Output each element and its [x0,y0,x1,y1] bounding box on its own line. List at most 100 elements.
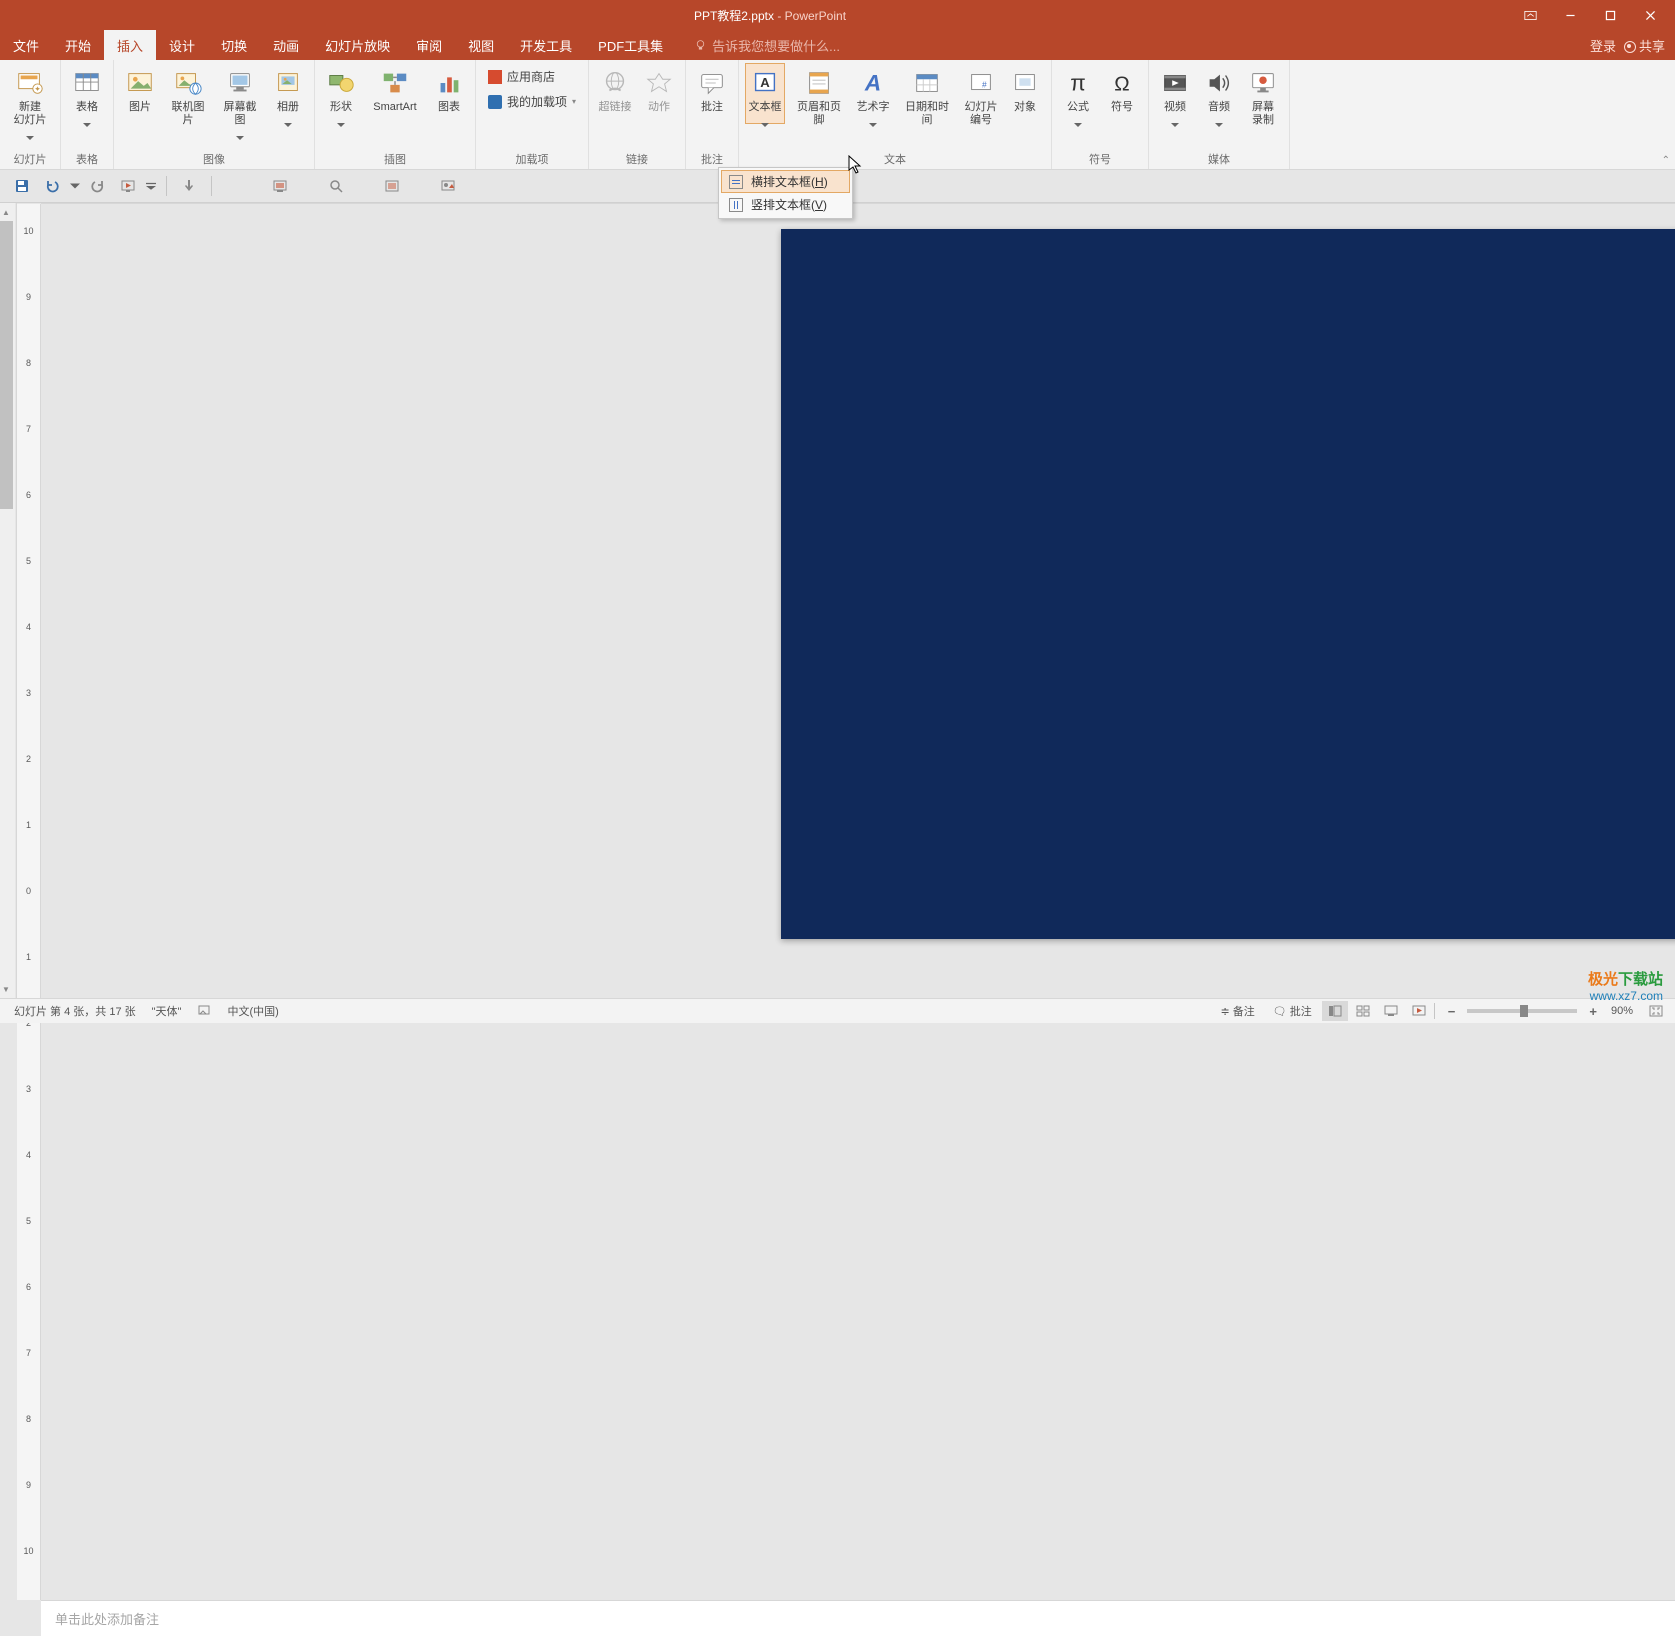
qat-save-button[interactable] [10,174,34,198]
zoom-slider[interactable] [1467,1009,1577,1013]
new-slide-button[interactable]: ✦ 新建 幻灯片 [6,63,54,137]
pictures-button[interactable]: 图片 [120,63,160,118]
picture-icon [124,67,156,99]
wordart-button[interactable]: A 艺术字 [853,63,893,124]
equation-button[interactable]: π 公式 [1058,63,1098,124]
tab-developer[interactable]: 开发工具 [507,30,585,60]
slide-number-button[interactable]: # 幻灯片 编号 [961,63,1001,131]
app-store-button[interactable]: 应用商店 [482,67,582,86]
date-time-button[interactable]: 日期和时间 [897,63,957,131]
ribbon-display-options[interactable] [1510,1,1550,29]
tab-view[interactable]: 视图 [455,30,507,60]
tab-home[interactable]: 开始 [52,30,104,60]
tab-transitions[interactable]: 切换 [208,30,260,60]
screenshot-button[interactable]: 屏幕截图 [216,63,264,137]
close-button[interactable] [1630,1,1670,29]
smartart-icon [379,67,411,99]
zoom-out-button[interactable]: − [1444,1004,1460,1019]
shapes-icon [325,67,357,99]
store-icon [488,70,502,84]
lightbulb-icon [694,39,707,52]
table-icon [71,67,103,99]
status-language[interactable]: 中文(中国) [219,1003,286,1019]
action-button[interactable]: 动作 [639,63,679,118]
status-comments-button[interactable]: 🗨 批注 [1265,1003,1320,1019]
screenshot-icon [224,67,256,99]
qat-zoom-button[interactable] [324,174,348,198]
tab-pdf-tools[interactable]: PDF工具集 [585,30,676,60]
group-links-label: 链接 [626,149,648,169]
qat-grayscale-button[interactable] [436,174,460,198]
chart-icon [433,67,465,99]
text-box-button[interactable]: A 文本框 [745,63,785,124]
horizontal-text-icon [729,175,743,189]
symbol-icon: Ω [1106,67,1138,99]
text-box-icon: A [749,67,781,99]
slide-canvas-area[interactable]: ▲ ▼ [41,204,1675,1600]
view-slideshow-button[interactable] [1406,1001,1432,1021]
hyperlink-button[interactable]: 超链接 [595,63,635,118]
scrollbar-thumb[interactable] [0,221,13,509]
scroll-up-button[interactable]: ▲ [0,203,15,221]
tell-me-search[interactable]: 告诉我您想要做什么... [694,36,840,55]
qat-start-from-beginning-button[interactable] [116,174,140,198]
chart-button[interactable]: 图表 [429,63,469,118]
smartart-button[interactable]: SmartArt [365,63,425,118]
qat-reading-view-button[interactable] [268,174,292,198]
qat-fit-to-window-button[interactable] [380,174,404,198]
header-footer-button[interactable]: 页眉和页脚 [789,63,849,131]
table-button[interactable]: 表格 [67,63,107,124]
slide-canvas[interactable] [781,229,1675,939]
svg-text:A: A [864,71,881,96]
share-button[interactable]: 共享 [1624,36,1665,55]
video-button[interactable]: 视频 [1155,63,1195,124]
group-symbols-label: 符号 [1089,149,1111,169]
online-pictures-button[interactable]: 联机图片 [164,63,212,131]
minimize-button[interactable] [1550,1,1590,29]
screen-recording-button[interactable]: 屏幕 录制 [1243,63,1283,131]
vertical-text-box-option[interactable]: 竖排文本框(V) [721,193,850,216]
view-sorter-button[interactable] [1350,1001,1376,1021]
maximize-button[interactable] [1590,1,1630,29]
photo-album-button[interactable]: 相册 [268,63,308,124]
zoom-in-button[interactable]: + [1585,1004,1601,1019]
group-illustrations-label: 插图 [384,149,406,169]
login-link[interactable]: 登录 [1590,36,1616,55]
svg-text:A: A [760,75,770,90]
thumbnail-scrollbar[interactable]: ▲ ▼ [0,203,15,998]
fit-to-window-button[interactable] [1643,1001,1669,1021]
my-addins-button[interactable]: 我的加载项 ▾ [482,92,582,111]
tab-animations[interactable]: 动画 [260,30,312,60]
notes-pane[interactable]: 单击此处添加备注 [41,1600,1675,1636]
scroll-down-button[interactable]: ▼ [0,980,15,998]
group-media-label: 媒体 [1208,149,1230,169]
shapes-button[interactable]: 形状 [321,63,361,124]
view-normal-button[interactable] [1322,1001,1348,1021]
tab-file[interactable]: 文件 [0,30,52,60]
tab-insert[interactable]: 插入 [104,30,156,60]
qat-touch-mode-button[interactable] [177,174,201,198]
qat-redo-button[interactable] [86,174,110,198]
qat-undo-arrow[interactable] [70,174,80,198]
object-button[interactable]: 对象 [1005,63,1045,118]
tab-review[interactable]: 审阅 [403,30,455,60]
status-notes-button[interactable]: ≑ 备注 [1212,1003,1262,1019]
comment-button[interactable]: 批注 [692,63,732,118]
symbol-button[interactable]: Ω 符号 [1102,63,1142,118]
zoom-slider-handle[interactable] [1520,1005,1528,1017]
qat-undo-button[interactable] [40,174,64,198]
audio-button[interactable]: 音频 [1199,63,1239,124]
group-slides-label: 幻灯片 [14,149,47,169]
video-icon [1159,67,1191,99]
zoom-level[interactable]: 90% [1603,1005,1641,1017]
status-spellcheck-icon[interactable] [189,1003,219,1020]
horizontal-text-box-option[interactable]: 横排文本框(H) [721,170,850,193]
qat-customize-arrow[interactable] [146,174,156,198]
svg-text:✦: ✦ [34,84,41,93]
vertical-ruler: 10987654321012345678910 [17,204,41,1600]
slide-thumbnail-panel: 历史记录中的百日所见 🔊 幻灯片标题文字内容 2 3 ⟵ 公司简介 产品介绍 案… [0,203,17,998]
collapse-ribbon-button[interactable]: ⌃ [1662,155,1670,166]
view-reading-button[interactable] [1378,1001,1404,1021]
tab-design[interactable]: 设计 [156,30,208,60]
tab-slideshow[interactable]: 幻灯片放映 [312,30,403,60]
